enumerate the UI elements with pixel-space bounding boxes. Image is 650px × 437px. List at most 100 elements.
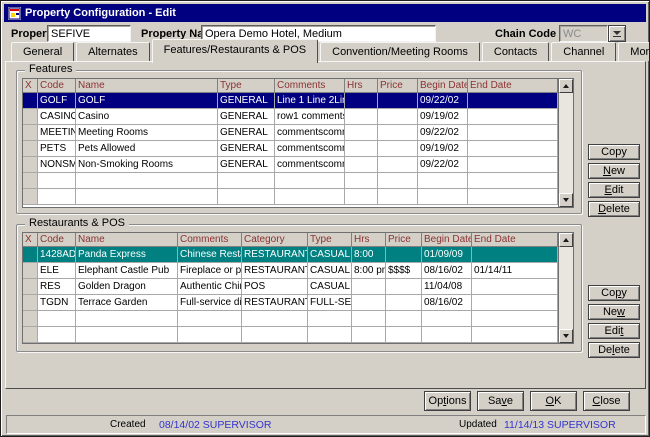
table-row[interactable]: TGDNTerrace GardenFull-service dininREST… bbox=[23, 295, 558, 311]
cell-begin_date[interactable]: 08/16/02 bbox=[422, 263, 472, 279]
cell-category[interactable] bbox=[242, 327, 308, 343]
cell-type[interactable] bbox=[218, 173, 275, 189]
cell-comments[interactable]: row1 comments o bbox=[275, 109, 345, 125]
cell-code[interactable] bbox=[38, 173, 76, 189]
cell-begin_date[interactable]: 09/22/02 bbox=[418, 125, 468, 141]
scroll-down-button[interactable] bbox=[559, 193, 573, 207]
cell-hrs[interactable] bbox=[345, 93, 378, 109]
new-button[interactable]: New bbox=[588, 304, 640, 320]
cell-name[interactable]: Elephant Castle Pub bbox=[76, 263, 178, 279]
cell-comments[interactable]: commentscomme bbox=[275, 141, 345, 157]
cell-comments[interactable] bbox=[275, 189, 345, 205]
cell-price[interactable] bbox=[378, 173, 418, 189]
cell-name[interactable]: Panda Express bbox=[76, 247, 178, 263]
cell-hrs[interactable] bbox=[352, 327, 386, 343]
close-button[interactable]: Close bbox=[583, 391, 630, 411]
table-row[interactable]: CASINOCasinoGENERALrow1 comments o09/19/… bbox=[23, 109, 558, 125]
options-button[interactable]: Options bbox=[424, 391, 471, 411]
cell-x[interactable] bbox=[23, 125, 38, 141]
cell-x[interactable] bbox=[23, 173, 38, 189]
cell-type[interactable] bbox=[218, 189, 275, 205]
ok-button[interactable]: OK bbox=[530, 391, 577, 411]
cell-category[interactable] bbox=[242, 311, 308, 327]
cell-code[interactable]: 1428AD bbox=[38, 247, 76, 263]
edit-button[interactable]: Edit bbox=[588, 182, 640, 198]
cell-begin_date[interactable] bbox=[418, 189, 468, 205]
cell-code[interactable]: NONSMK bbox=[38, 157, 76, 173]
tab-channel[interactable]: Channel bbox=[551, 42, 616, 61]
cell-begin_date[interactable]: 09/22/02 bbox=[418, 157, 468, 173]
cell-type[interactable]: GENERAL bbox=[218, 125, 275, 141]
cell-price[interactable] bbox=[378, 189, 418, 205]
cell-x[interactable] bbox=[23, 189, 38, 205]
cell-end_date[interactable] bbox=[468, 141, 558, 157]
cell-category[interactable]: POS bbox=[242, 279, 308, 295]
cell-type[interactable]: GENERAL bbox=[218, 157, 275, 173]
restaurants-scrollbar[interactable] bbox=[559, 232, 574, 344]
cell-end_date[interactable] bbox=[472, 279, 558, 295]
table-row[interactable] bbox=[23, 173, 558, 189]
table-row[interactable]: RESGolden DragonAuthentic ChinesPOSCASUA… bbox=[23, 279, 558, 295]
cell-code[interactable]: TGDN bbox=[38, 295, 76, 311]
table-row[interactable]: 1428ADPanda ExpressChinese RestauRESTAUR… bbox=[23, 247, 558, 263]
cell-hrs[interactable]: 8:00 bbox=[352, 247, 386, 263]
cell-comments[interactable] bbox=[178, 327, 242, 343]
cell-x[interactable] bbox=[23, 279, 38, 295]
cell-begin_date[interactable]: 08/16/02 bbox=[422, 295, 472, 311]
cell-hrs[interactable]: 8:00 pm bbox=[352, 263, 386, 279]
cell-comments[interactable]: Full-service dinin bbox=[178, 295, 242, 311]
cell-begin_date[interactable] bbox=[422, 327, 472, 343]
cell-comments[interactable]: Chinese Restau bbox=[178, 247, 242, 263]
cell-end_date[interactable] bbox=[472, 295, 558, 311]
cell-end_date[interactable] bbox=[468, 173, 558, 189]
cell-hrs[interactable] bbox=[352, 295, 386, 311]
cell-type[interactable]: GENERAL bbox=[218, 93, 275, 109]
scroll-up-button[interactable] bbox=[559, 79, 573, 93]
table-row[interactable]: GOLFGOLFGENERALLine 1 Line 2Line09/22/02 bbox=[23, 93, 558, 109]
copy-button[interactable]: Copy bbox=[588, 285, 640, 301]
cell-hrs[interactable] bbox=[352, 311, 386, 327]
cell-type[interactable]: CASUAL D bbox=[308, 263, 352, 279]
cell-end_date[interactable] bbox=[468, 109, 558, 125]
tab-convention-meeting-rooms[interactable]: Convention/Meeting Rooms bbox=[320, 42, 480, 61]
cell-name[interactable]: Non-Smoking Rooms bbox=[76, 157, 218, 173]
title-bar[interactable]: Property Configuration - Edit bbox=[4, 4, 646, 22]
cell-code[interactable] bbox=[38, 189, 76, 205]
cell-price[interactable]: $$$$ bbox=[386, 263, 422, 279]
cell-code[interactable]: MEETING bbox=[38, 125, 76, 141]
cell-category[interactable]: RESTAURANT bbox=[242, 247, 308, 263]
delete-button[interactable]: Delete bbox=[588, 342, 640, 358]
cell-x[interactable] bbox=[23, 109, 38, 125]
cell-type[interactable]: CASUAL bbox=[308, 279, 352, 295]
cell-end_date[interactable] bbox=[468, 189, 558, 205]
cell-type[interactable]: FULL-SER bbox=[308, 295, 352, 311]
cell-end_date[interactable] bbox=[468, 157, 558, 173]
features-scrollbar[interactable] bbox=[559, 78, 574, 208]
cell-type[interactable] bbox=[308, 327, 352, 343]
cell-name[interactable]: Pets Allowed bbox=[76, 141, 218, 157]
copy-button[interactable]: Copy bbox=[588, 144, 640, 160]
cell-x[interactable] bbox=[23, 327, 38, 343]
cell-begin_date[interactable] bbox=[418, 173, 468, 189]
tab-contacts[interactable]: Contacts bbox=[482, 42, 549, 61]
tab-alternates[interactable]: Alternates bbox=[76, 42, 150, 61]
cell-name[interactable]: Meeting Rooms bbox=[76, 125, 218, 141]
cell-x[interactable] bbox=[23, 263, 38, 279]
cell-code[interactable]: PETS bbox=[38, 141, 76, 157]
tab-general[interactable]: General bbox=[11, 42, 74, 61]
cell-price[interactable] bbox=[386, 247, 422, 263]
cell-price[interactable] bbox=[386, 327, 422, 343]
cell-begin_date[interactable]: 01/09/09 bbox=[422, 247, 472, 263]
new-button[interactable]: New bbox=[588, 163, 640, 179]
cell-price[interactable] bbox=[386, 279, 422, 295]
cell-category[interactable]: RESTAURANT bbox=[242, 263, 308, 279]
table-row[interactable] bbox=[23, 189, 558, 205]
cell-begin_date[interactable]: 09/19/02 bbox=[418, 109, 468, 125]
cell-type[interactable]: GENERAL bbox=[218, 109, 275, 125]
cell-name[interactable]: Terrace Garden bbox=[76, 295, 178, 311]
cell-code[interactable] bbox=[38, 311, 76, 327]
cell-comments[interactable]: Authentic Chines bbox=[178, 279, 242, 295]
cell-price[interactable] bbox=[378, 141, 418, 157]
cell-begin_date[interactable]: 11/04/08 bbox=[422, 279, 472, 295]
cell-comments[interactable]: Fireplace or pat bbox=[178, 263, 242, 279]
